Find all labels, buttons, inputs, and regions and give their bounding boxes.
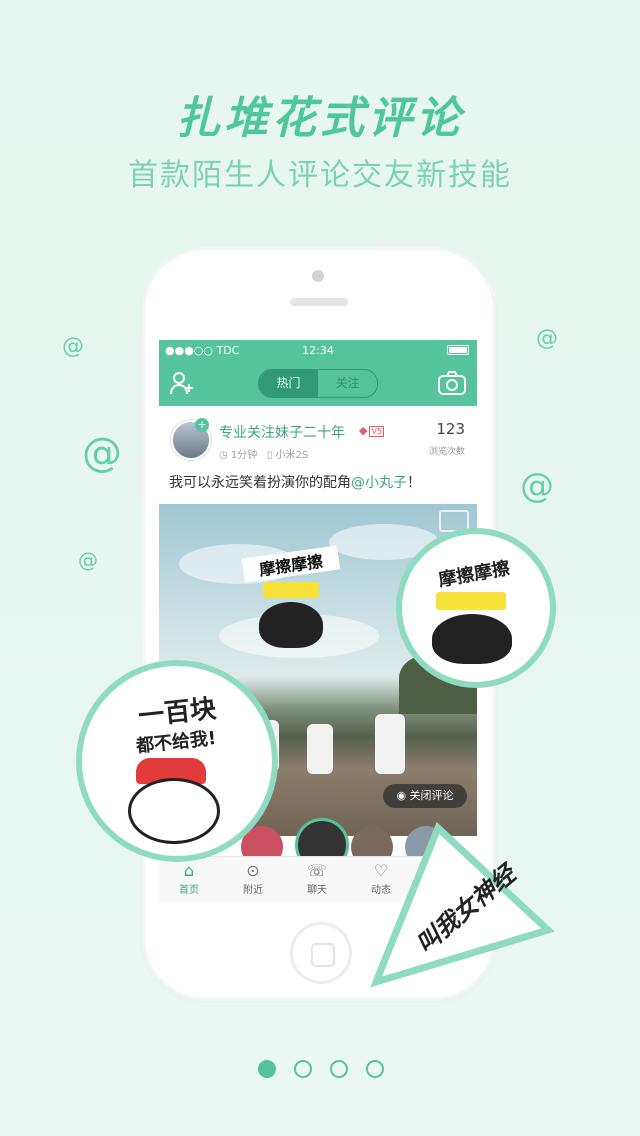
speaker bbox=[290, 298, 348, 306]
runner-figure bbox=[375, 714, 405, 774]
runner-figure bbox=[307, 724, 333, 774]
post-device: 小米2S bbox=[275, 450, 309, 461]
swirl-decoration-icon: @ bbox=[82, 430, 122, 476]
post-meta: ◷ 1分钟 ▯ 小米2S bbox=[219, 446, 308, 461]
sticker-rub: 摩擦摩擦 bbox=[396, 528, 556, 688]
tab-chat[interactable]: ☏ 聊天 bbox=[287, 861, 347, 896]
page-dot[interactable] bbox=[330, 1060, 348, 1078]
subheadline: 首款陌生人评论交友新技能 bbox=[128, 158, 512, 193]
pagination-dots bbox=[258, 1060, 388, 1078]
view-count: 123 bbox=[436, 420, 465, 438]
swirl-decoration-icon: @ bbox=[536, 326, 558, 351]
phone-icon: ▯ bbox=[266, 450, 273, 461]
level-badge: V5 bbox=[369, 426, 385, 437]
crying-face-icon bbox=[128, 778, 220, 844]
diamond-badge-icon: ◆ V5 bbox=[359, 424, 385, 437]
swirl-decoration-icon: @ bbox=[78, 548, 98, 572]
mention-link[interactable]: @小丸子 bbox=[351, 475, 407, 491]
photo-sticker: 摩擦摩擦 bbox=[241, 545, 341, 648]
sunglasses bbox=[436, 592, 506, 610]
headline: 扎堆花式评论 bbox=[176, 93, 464, 144]
view-count-label: 浏览次数 bbox=[428, 447, 465, 457]
top-navbar: 热门 关注 bbox=[159, 360, 477, 406]
post-text: 我可以永远笑着扮演你的配角@小丸子！ bbox=[169, 475, 421, 491]
close-comments-button[interactable]: ◉ 关闭评论 bbox=[383, 784, 467, 808]
swirl-decoration-icon: @ bbox=[62, 334, 84, 359]
tab-nearby[interactable]: ⊙ 附近 bbox=[223, 861, 283, 896]
page-dot[interactable] bbox=[258, 1060, 276, 1078]
home-button[interactable] bbox=[290, 922, 352, 984]
eye-icon: ◉ bbox=[396, 789, 407, 802]
tab-home[interactable]: ⌂ 首页 bbox=[159, 861, 219, 896]
battery-icon bbox=[447, 345, 469, 355]
post-card: + 专业关注妹子二十年 ◆ V5 ◷ 1分钟 ▯ 小米2S 123 浏览次数 我可… bbox=[159, 406, 477, 504]
screen-background: 扎堆花式评论 首款陌生人评论交友新技能 @ @ @ @ @ ●●●○○ TDC … bbox=[0, 0, 640, 1136]
status-time: 12:34 bbox=[302, 344, 334, 357]
camera-icon[interactable] bbox=[437, 370, 467, 402]
post-time: 1分钟 bbox=[230, 450, 258, 461]
feed-tab-switch: 热门 关注 bbox=[258, 369, 378, 398]
tab-hot[interactable]: 热门 bbox=[259, 370, 318, 397]
post-username[interactable]: 专业关注妹子二十年 bbox=[219, 422, 345, 442]
location-icon: ⊙ bbox=[246, 861, 260, 880]
sticker-hundred-yuan: 一百块 都不给我! bbox=[76, 660, 278, 862]
tab-following[interactable]: 关注 bbox=[318, 370, 377, 397]
chat-icon: ☏ bbox=[306, 861, 327, 880]
home-icon: ⌂ bbox=[183, 861, 195, 880]
swirl-decoration-icon: @ bbox=[520, 466, 554, 506]
page-dot[interactable] bbox=[366, 1060, 384, 1078]
front-camera bbox=[312, 270, 324, 282]
status-bar: ●●●○○ TDC 12:34 bbox=[159, 340, 477, 360]
follow-plus-icon[interactable]: + bbox=[195, 418, 209, 432]
page-dot[interactable] bbox=[294, 1060, 312, 1078]
sticker-goddess: 叫我女神经 bbox=[368, 820, 558, 990]
clock-icon: ◷ bbox=[219, 450, 228, 461]
add-friend-icon[interactable] bbox=[169, 370, 195, 402]
